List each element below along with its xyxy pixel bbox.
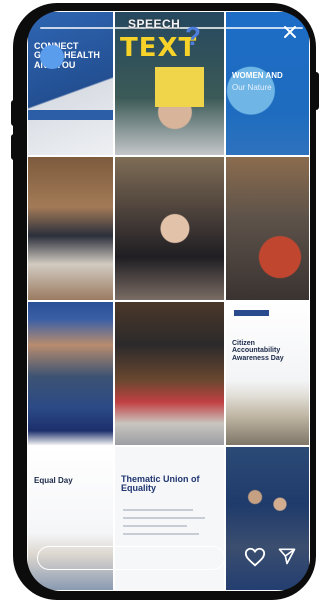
overlay-title: SPEECH (128, 17, 181, 31)
story-tile-5 (114, 156, 225, 301)
reply-input[interactable] (37, 546, 225, 570)
story-collage: CONNECT GOOD HEALTH AND YOU WOMEN AND Ou… (27, 11, 310, 591)
story-tile-1: CONNECT GOOD HEALTH AND YOU (27, 11, 114, 156)
close-icon[interactable] (283, 25, 297, 39)
story-screen[interactable]: CONNECT GOOD HEALTH AND YOU WOMEN AND Ou… (27, 11, 310, 591)
story-tile-4 (27, 156, 114, 301)
heart-icon[interactable] (244, 546, 266, 568)
story-tile-8 (114, 301, 225, 446)
story-tile-6 (225, 156, 310, 301)
tile-3-sub: Our Nature (232, 83, 272, 92)
story-tile-9: Citizen Accountability Awareness Day (225, 301, 310, 446)
tile-11-line (123, 525, 187, 527)
tile-2-sign (155, 67, 204, 107)
avatar[interactable] (40, 45, 64, 69)
tile-11-headline: Thematic Union of Equality (121, 474, 200, 494)
question-mark-icon: ? (185, 21, 201, 51)
story-tile-12 (225, 446, 310, 591)
tile-9-stripe (234, 310, 269, 316)
tile-9-headline: Citizen Accountability Awareness Day (232, 340, 284, 362)
tile-11-line (123, 509, 193, 511)
story-tile-7 (27, 301, 114, 446)
tile-1-banner (28, 110, 113, 120)
tile-11-line (123, 517, 205, 519)
tile-3-headline: WOMEN AND (232, 71, 283, 80)
story-tile-3: WOMEN AND Our Nature (225, 11, 310, 156)
send-icon[interactable] (277, 546, 297, 566)
tile-10-headline: Equal Day (34, 476, 73, 485)
tile-11-line (123, 533, 199, 535)
